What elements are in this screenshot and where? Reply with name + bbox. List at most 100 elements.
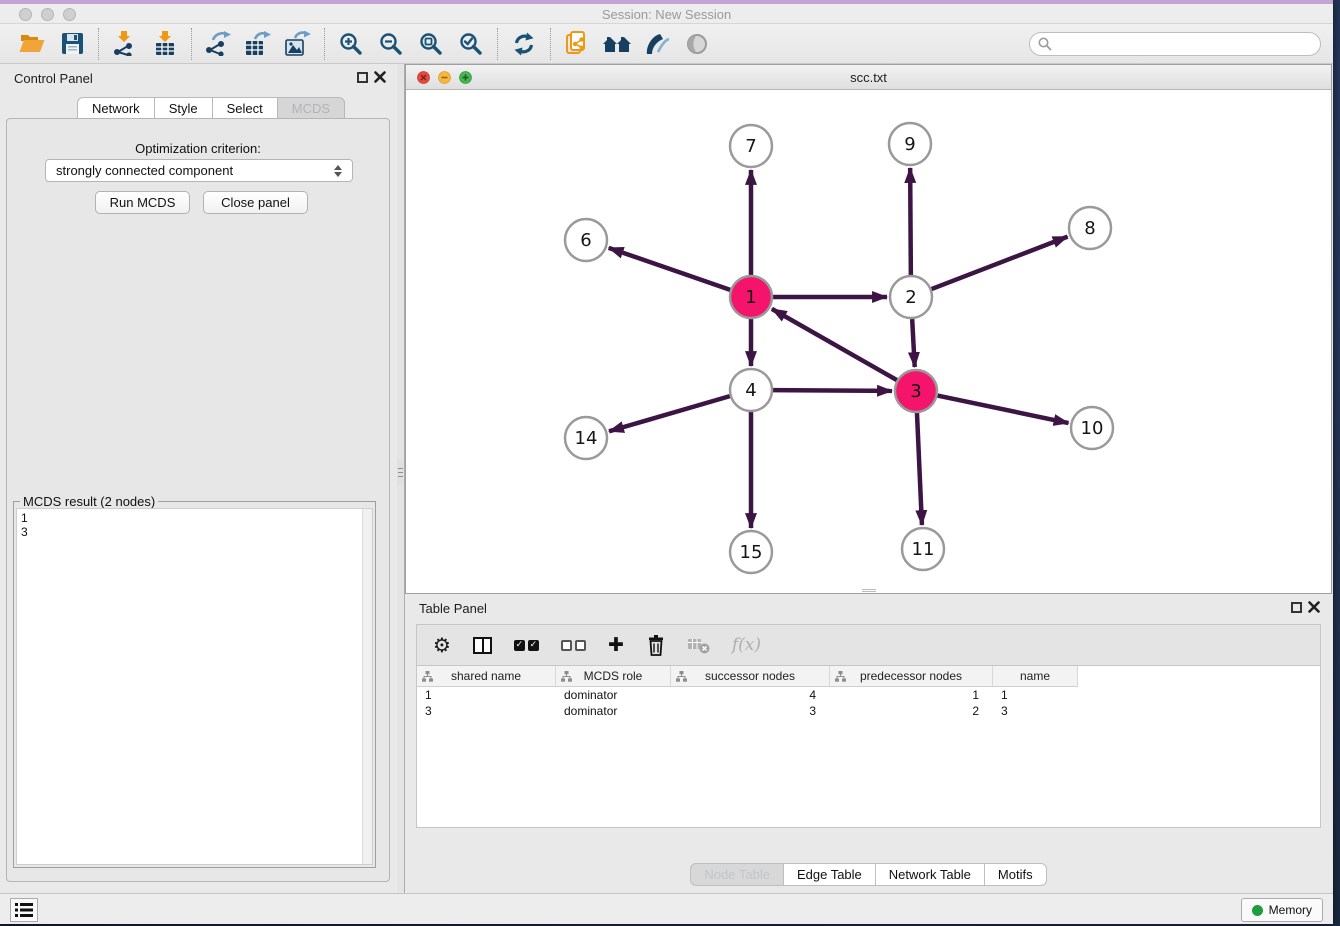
graph-node-label: 1 bbox=[745, 287, 756, 308]
search-field[interactable] bbox=[1029, 32, 1321, 56]
column-header-successor-nodes[interactable]: successor nodes bbox=[671, 666, 830, 687]
zoom-in-icon bbox=[339, 32, 363, 56]
apply-layout-button[interactable] bbox=[504, 27, 544, 61]
automation-panel-button[interactable] bbox=[10, 898, 38, 922]
import-network-icon bbox=[113, 31, 137, 56]
tab-edge-table[interactable]: Edge Table bbox=[784, 863, 876, 886]
zoom-fit-button[interactable] bbox=[411, 27, 451, 61]
canvas-grip[interactable] bbox=[862, 589, 876, 592]
zoom-out-button[interactable] bbox=[371, 27, 411, 61]
memory-button[interactable]: Memory bbox=[1241, 898, 1323, 922]
tab-select[interactable]: Select bbox=[213, 97, 278, 119]
import-table-button[interactable] bbox=[145, 27, 185, 61]
show-graphics-button[interactable] bbox=[677, 27, 717, 61]
table-toolbar: ⚙ ✓ ✓ ✚ bbox=[416, 624, 1321, 666]
control-panel: Control Panel Network Style Select MCDS … bbox=[0, 64, 397, 893]
close-panel-button[interactable]: Close panel bbox=[203, 191, 308, 214]
graph-edge-2-8[interactable] bbox=[932, 237, 1068, 289]
network-graph[interactable]: 7968124314101511 bbox=[406, 90, 1331, 593]
style-brush-button[interactable] bbox=[637, 27, 677, 61]
column-header-mcds-role[interactable]: MCDS role bbox=[556, 666, 671, 687]
copy-network-view-button[interactable] bbox=[557, 27, 597, 61]
tab-network-table[interactable]: Network Table bbox=[876, 863, 985, 886]
open-session-button[interactable] bbox=[12, 27, 52, 61]
node-table: shared name MCDS role successor nodes pr… bbox=[416, 666, 1321, 828]
zoom-selected-icon bbox=[459, 32, 483, 56]
task-list-icon bbox=[15, 902, 33, 918]
toolbar-separator bbox=[191, 28, 192, 60]
close-panel-icon[interactable] bbox=[374, 71, 386, 83]
network-window-title: scc.txt bbox=[406, 70, 1331, 85]
function-builder-icon[interactable]: f(x) bbox=[732, 635, 761, 655]
graph-edge-4-14[interactable] bbox=[609, 396, 730, 431]
optimization-criterion-select[interactable]: strongly connected component bbox=[45, 159, 353, 182]
toolbar-separator bbox=[497, 28, 498, 60]
graph-edge-4-3[interactable] bbox=[773, 390, 892, 391]
float-table-panel-icon[interactable] bbox=[1291, 602, 1302, 613]
column-label: predecessor nodes bbox=[860, 669, 962, 683]
main-toolbar bbox=[0, 24, 1333, 64]
tab-style[interactable]: Style bbox=[155, 97, 213, 119]
unchecked-box-icon bbox=[561, 640, 572, 651]
mcds-result-text[interactable]: 1 3 bbox=[16, 508, 373, 865]
table-settings-icon[interactable]: ⚙ bbox=[433, 633, 451, 657]
unchecked-box-icon bbox=[575, 640, 586, 651]
toolbar-separator bbox=[324, 28, 325, 60]
zoom-selected-button[interactable] bbox=[451, 27, 491, 61]
home-button[interactable] bbox=[597, 27, 637, 61]
result-scrollbar[interactable] bbox=[362, 509, 372, 864]
column-label: name bbox=[1020, 669, 1050, 683]
export-table-button[interactable] bbox=[238, 27, 278, 61]
cell-mcds-role: dominator bbox=[556, 703, 671, 719]
graph-edge-3-1[interactable] bbox=[772, 309, 897, 380]
table-header-row: shared name MCDS role successor nodes pr… bbox=[417, 666, 1320, 687]
show-columns-icon[interactable] bbox=[473, 637, 492, 654]
splitter-grip[interactable] bbox=[397, 459, 404, 485]
select-all-columns-icon[interactable]: ✓ ✓ bbox=[514, 640, 539, 651]
mcds-panel-body: Optimization criterion: strongly connect… bbox=[6, 118, 390, 882]
column-header-name[interactable]: name bbox=[993, 666, 1078, 687]
graph-node-label: 11 bbox=[912, 539, 935, 560]
mcds-result-group: MCDS result (2 nodes) 1 3 bbox=[13, 501, 376, 868]
control-panel-tabs: Network Style Select MCDS bbox=[77, 97, 345, 119]
graph-edge-2-3[interactable] bbox=[912, 319, 915, 367]
table-row[interactable]: 3 dominator 3 2 3 bbox=[417, 703, 1320, 719]
add-column-icon[interactable]: ✚ bbox=[608, 636, 624, 655]
save-session-button[interactable] bbox=[52, 27, 92, 61]
zoom-in-button[interactable] bbox=[331, 27, 371, 61]
export-image-button[interactable] bbox=[278, 27, 318, 61]
column-label: MCDS role bbox=[584, 669, 643, 683]
tab-motifs[interactable]: Motifs bbox=[985, 863, 1047, 886]
column-header-shared-name[interactable]: shared name bbox=[417, 666, 556, 687]
result-line: 3 bbox=[21, 525, 368, 539]
checked-box-icon: ✓ bbox=[528, 640, 539, 651]
desktop-wallpaper: Session: New Session bbox=[0, 0, 1340, 926]
float-panel-icon[interactable] bbox=[357, 72, 368, 83]
run-mcds-button[interactable]: Run MCDS bbox=[95, 191, 190, 214]
graph-edge-3-11[interactable] bbox=[917, 413, 922, 525]
import-network-button[interactable] bbox=[105, 27, 145, 61]
tab-network[interactable]: Network bbox=[77, 97, 155, 119]
title-bar: Session: New Session bbox=[0, 4, 1333, 24]
tab-mcds[interactable]: MCDS bbox=[278, 97, 345, 119]
graph-edge-1-6[interactable] bbox=[609, 248, 731, 290]
export-network-button[interactable] bbox=[198, 27, 238, 61]
deselect-all-columns-icon[interactable] bbox=[561, 640, 586, 651]
table-tabs: Node Table Edge Table Network Table Moti… bbox=[405, 863, 1332, 886]
graph-edge-3-10[interactable] bbox=[938, 396, 1069, 424]
column-header-predecessor-nodes[interactable]: predecessor nodes bbox=[830, 666, 993, 687]
graph-edge-2-9[interactable] bbox=[910, 168, 911, 275]
search-input[interactable] bbox=[1052, 37, 1312, 51]
mcds-result-title: MCDS result (2 nodes) bbox=[20, 494, 158, 509]
tab-node-table[interactable]: Node Table bbox=[690, 863, 784, 886]
cell-mcds-role: dominator bbox=[556, 687, 671, 703]
close-table-panel-icon[interactable] bbox=[1308, 601, 1320, 613]
delete-column-icon[interactable] bbox=[646, 634, 666, 656]
export-image-icon bbox=[285, 31, 311, 56]
hierarchy-icon bbox=[422, 671, 433, 682]
table-row[interactable]: 1 dominator 4 1 1 bbox=[417, 687, 1320, 703]
delete-table-icon[interactable] bbox=[688, 636, 710, 654]
save-icon bbox=[62, 33, 83, 54]
select-stepper-icon bbox=[334, 165, 342, 177]
hierarchy-icon bbox=[676, 671, 687, 682]
